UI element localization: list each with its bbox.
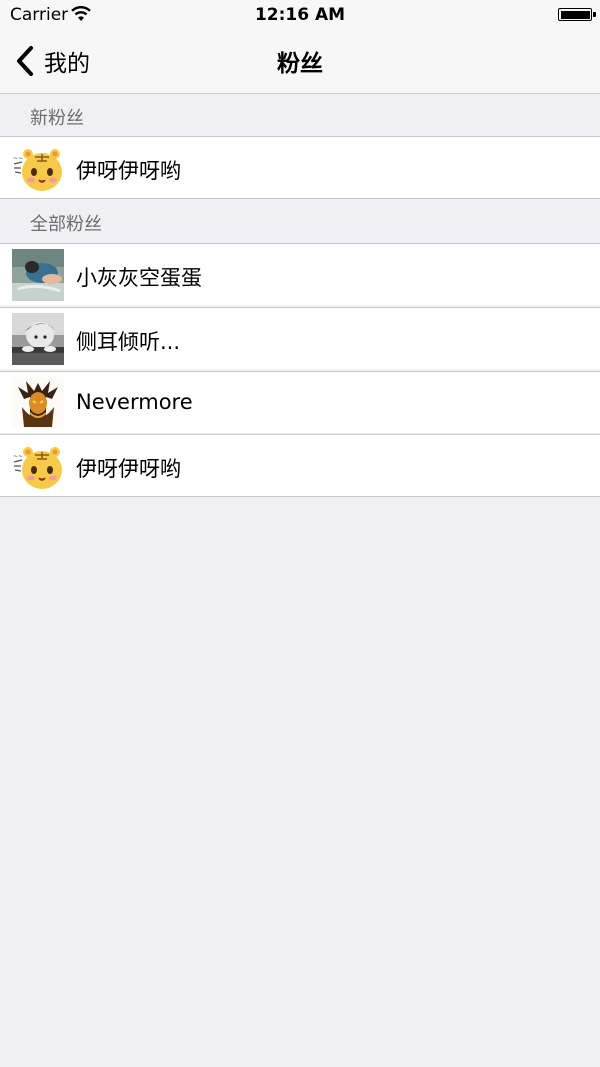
- section-header-label: 全部粉丝: [30, 214, 102, 235]
- bw-child-photo-avatar: [12, 313, 64, 365]
- list-item[interactable]: 侧耳倾听...: [0, 307, 600, 369]
- list-item[interactable]: 小灰灰空蛋蛋: [0, 243, 600, 305]
- list-item[interactable]: Nevermore: [0, 371, 600, 433]
- follower-name: 小灰灰空蛋蛋: [76, 266, 202, 290]
- svg-text:~~: ~~: [13, 155, 23, 162]
- clock: 12:16 AM: [254, 5, 346, 25]
- battery-icon: [558, 8, 596, 21]
- child-photo-avatar: [12, 249, 64, 301]
- svg-text:~~: ~~: [13, 453, 23, 460]
- status-bar: Carrier 12:16 AM: [0, 0, 600, 30]
- list-item[interactable]: ~~ 伊呀伊呀哟: [0, 434, 600, 497]
- section-header-all: 全部粉丝: [0, 200, 600, 242]
- demon-avatar: [12, 377, 64, 429]
- hamster-avatar: ~~: [12, 142, 64, 194]
- section-header-label: 新粉丝: [30, 108, 84, 129]
- page-title: 粉丝: [277, 51, 323, 77]
- follower-name: Nevermore: [76, 390, 193, 414]
- navigation-bar: 我的 粉丝: [0, 30, 600, 94]
- follower-name: 伊呀伊呀哟: [76, 457, 181, 481]
- hamster-avatar: ~~: [12, 440, 64, 492]
- follower-name: 侧耳倾听...: [76, 330, 181, 354]
- list-item[interactable]: ~~ 伊呀伊呀哟: [0, 136, 600, 199]
- section-header-new: 新粉丝: [0, 94, 600, 136]
- follower-name: 伊呀伊呀哟: [76, 159, 181, 183]
